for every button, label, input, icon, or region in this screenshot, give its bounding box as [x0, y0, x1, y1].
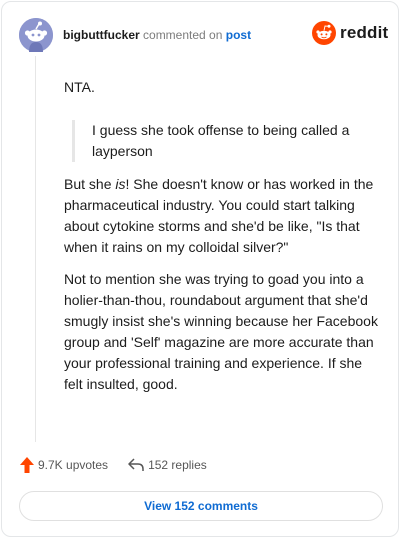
post-link[interactable]: post [226, 28, 251, 42]
action-bar: 9.7K upvotes 152 replies [20, 457, 207, 473]
reply-count: 152 replies [148, 458, 207, 472]
snoo-avatar-icon [19, 18, 53, 52]
comment-body: NTA. I guess she took offense to being c… [64, 77, 382, 395]
reddit-logo-icon [312, 21, 336, 45]
comment-paragraph-2: But she is! She doesn't know or has work… [64, 174, 382, 258]
upvote-arrow-icon [20, 457, 34, 473]
reddit-wordmark: reddit [340, 23, 389, 42]
blockquote: I guess she took offense to being called… [72, 120, 362, 162]
avatar[interactable] [19, 18, 53, 52]
upvote-button[interactable]: 9.7K upvotes [20, 457, 108, 473]
p2-emphasis: is [115, 176, 126, 192]
comment-line-1: NTA. [64, 79, 95, 95]
username-link[interactable]: bigbuttfucker [63, 28, 140, 42]
comment-paragraph-3: Not to mention she was trying to goad yo… [64, 271, 378, 392]
upvote-count: 9.7K upvotes [38, 458, 109, 472]
action-text: commented on [143, 28, 223, 42]
p2-text-start: But she [64, 176, 116, 192]
thread-line [35, 56, 36, 442]
reddit-logo[interactable]: reddit [312, 21, 388, 45]
comment-header: bigbuttfucker commented on post [63, 28, 251, 42]
comment-card: bigbuttfucker commented on post reddit N… [1, 1, 399, 537]
reply-button[interactable]: 152 replies [128, 458, 207, 472]
view-comments-button[interactable]: View 152 comments [19, 491, 383, 521]
reply-arrow-icon [128, 458, 144, 471]
